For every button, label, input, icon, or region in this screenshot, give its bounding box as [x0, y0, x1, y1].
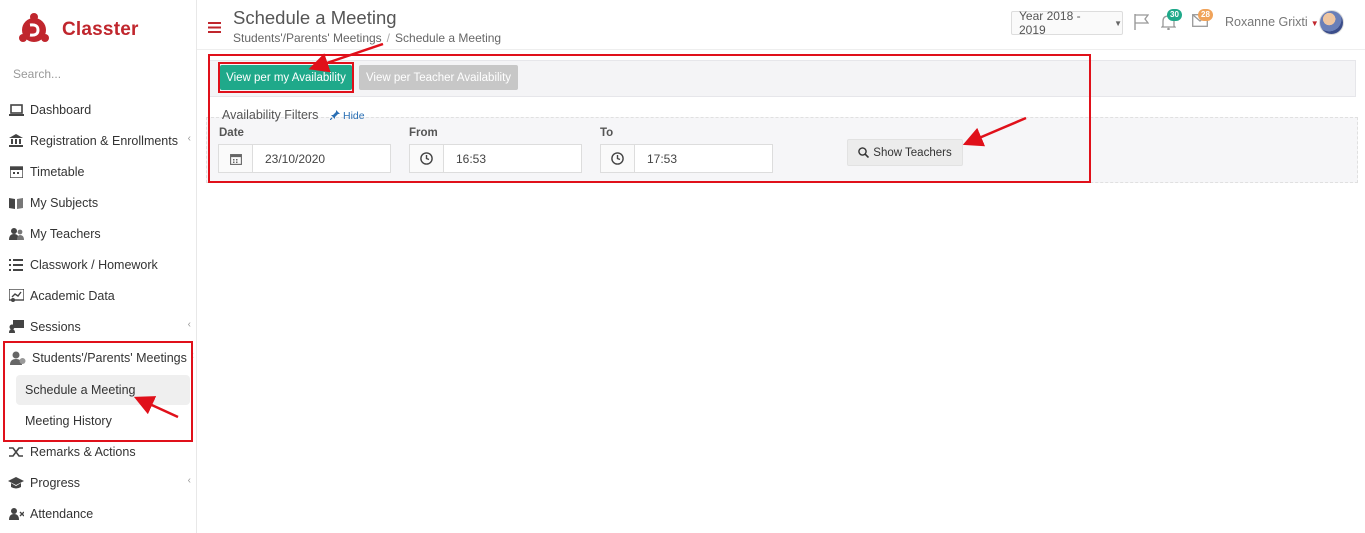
sidebar-item-academic-data[interactable]: Academic Data	[0, 280, 197, 311]
sidebar-item-registration[interactable]: Registration & Enrollments ‹	[0, 125, 197, 156]
caret-down-icon: ▼	[1310, 19, 1319, 28]
calendar-icon	[8, 165, 24, 179]
sidebar-item-label: Timetable	[30, 164, 85, 179]
laptop-icon	[8, 103, 24, 117]
caret-down-icon: ▼	[1114, 18, 1122, 28]
sidebar-item-classwork[interactable]: Classwork / Homework	[0, 249, 197, 280]
sidebar-item-my-teachers[interactable]: My Teachers	[0, 218, 197, 249]
breadcrumb-item[interactable]: Students'/Parents' Meetings	[233, 31, 382, 45]
chart-icon	[8, 289, 24, 303]
users-icon	[8, 227, 24, 241]
sidebar-item-label: Registration & Enrollments	[30, 133, 178, 148]
avatar[interactable]	[1319, 10, 1344, 35]
sidebar-item-sessions[interactable]: Sessions ‹	[0, 311, 197, 342]
sidebar-item-dashboard[interactable]: Dashboard	[0, 94, 197, 125]
sidebar-item-label: My Teachers	[30, 226, 101, 241]
list-icon	[8, 258, 24, 272]
sidebar-item-label: Progress	[30, 475, 81, 490]
app-name: Classter	[62, 19, 139, 40]
chevron-left-icon: ‹	[187, 133, 191, 144]
sidebar: Classter Search... Dashboard Registratio…	[0, 0, 197, 533]
hamburger-menu-icon[interactable]	[208, 20, 221, 38]
sidebar-item-my-subjects[interactable]: My Subjects	[0, 187, 197, 218]
annotation-box-button	[218, 62, 354, 93]
breadcrumb-separator: /	[386, 31, 391, 45]
bank-icon	[8, 134, 24, 148]
sidebar-item-label: Sessions	[30, 319, 81, 334]
sidebar-item-label: Academic Data	[30, 288, 115, 303]
sessions-icon	[8, 320, 24, 334]
sidebar-item-progress[interactable]: Progress ‹	[0, 467, 197, 498]
year-select[interactable]: Year 2018 - 2019 ▼	[1011, 9, 1123, 37]
sidebar-item-timetable[interactable]: Timetable	[0, 156, 197, 187]
user-x-icon	[8, 507, 24, 521]
logo[interactable]: Classter	[16, 10, 139, 50]
flag-icon[interactable]	[1134, 14, 1150, 35]
user-name: Roxanne Grixti	[1225, 15, 1308, 29]
sidebar-item-label: Classwork / Homework	[30, 257, 158, 272]
header-divider	[197, 49, 1365, 50]
annotation-box-sidebar	[3, 341, 193, 442]
sidebar-item-label: Dashboard	[30, 102, 92, 117]
book-icon	[8, 196, 24, 210]
sidebar-item-attendance[interactable]: Attendance	[0, 498, 197, 529]
search-input[interactable]: Search...	[13, 67, 183, 81]
chevron-left-icon: ‹	[187, 319, 191, 330]
breadcrumb-item: Schedule a Meeting	[395, 31, 502, 45]
sidebar-item-label: Attendance	[30, 506, 94, 521]
user-menu[interactable]: Roxanne Grixti ▼	[1225, 15, 1319, 29]
breadcrumb: Students'/Parents' Meetings / Schedule a M…	[233, 31, 501, 45]
graduation-cap-icon	[8, 476, 24, 490]
shuffle-icon	[8, 445, 24, 459]
year-select-value: Year 2018 - 2019	[1019, 9, 1081, 37]
messages-badge: 28	[1198, 9, 1213, 21]
notifications-badge: 30	[1167, 9, 1182, 21]
classter-logo-icon	[19, 13, 49, 42]
chevron-left-icon: ‹	[187, 475, 191, 486]
sidebar-item-label: My Subjects	[30, 195, 99, 210]
sidebar-item-label: Remarks & Actions	[30, 444, 136, 459]
page-title: Schedule a Meeting	[233, 7, 397, 28]
